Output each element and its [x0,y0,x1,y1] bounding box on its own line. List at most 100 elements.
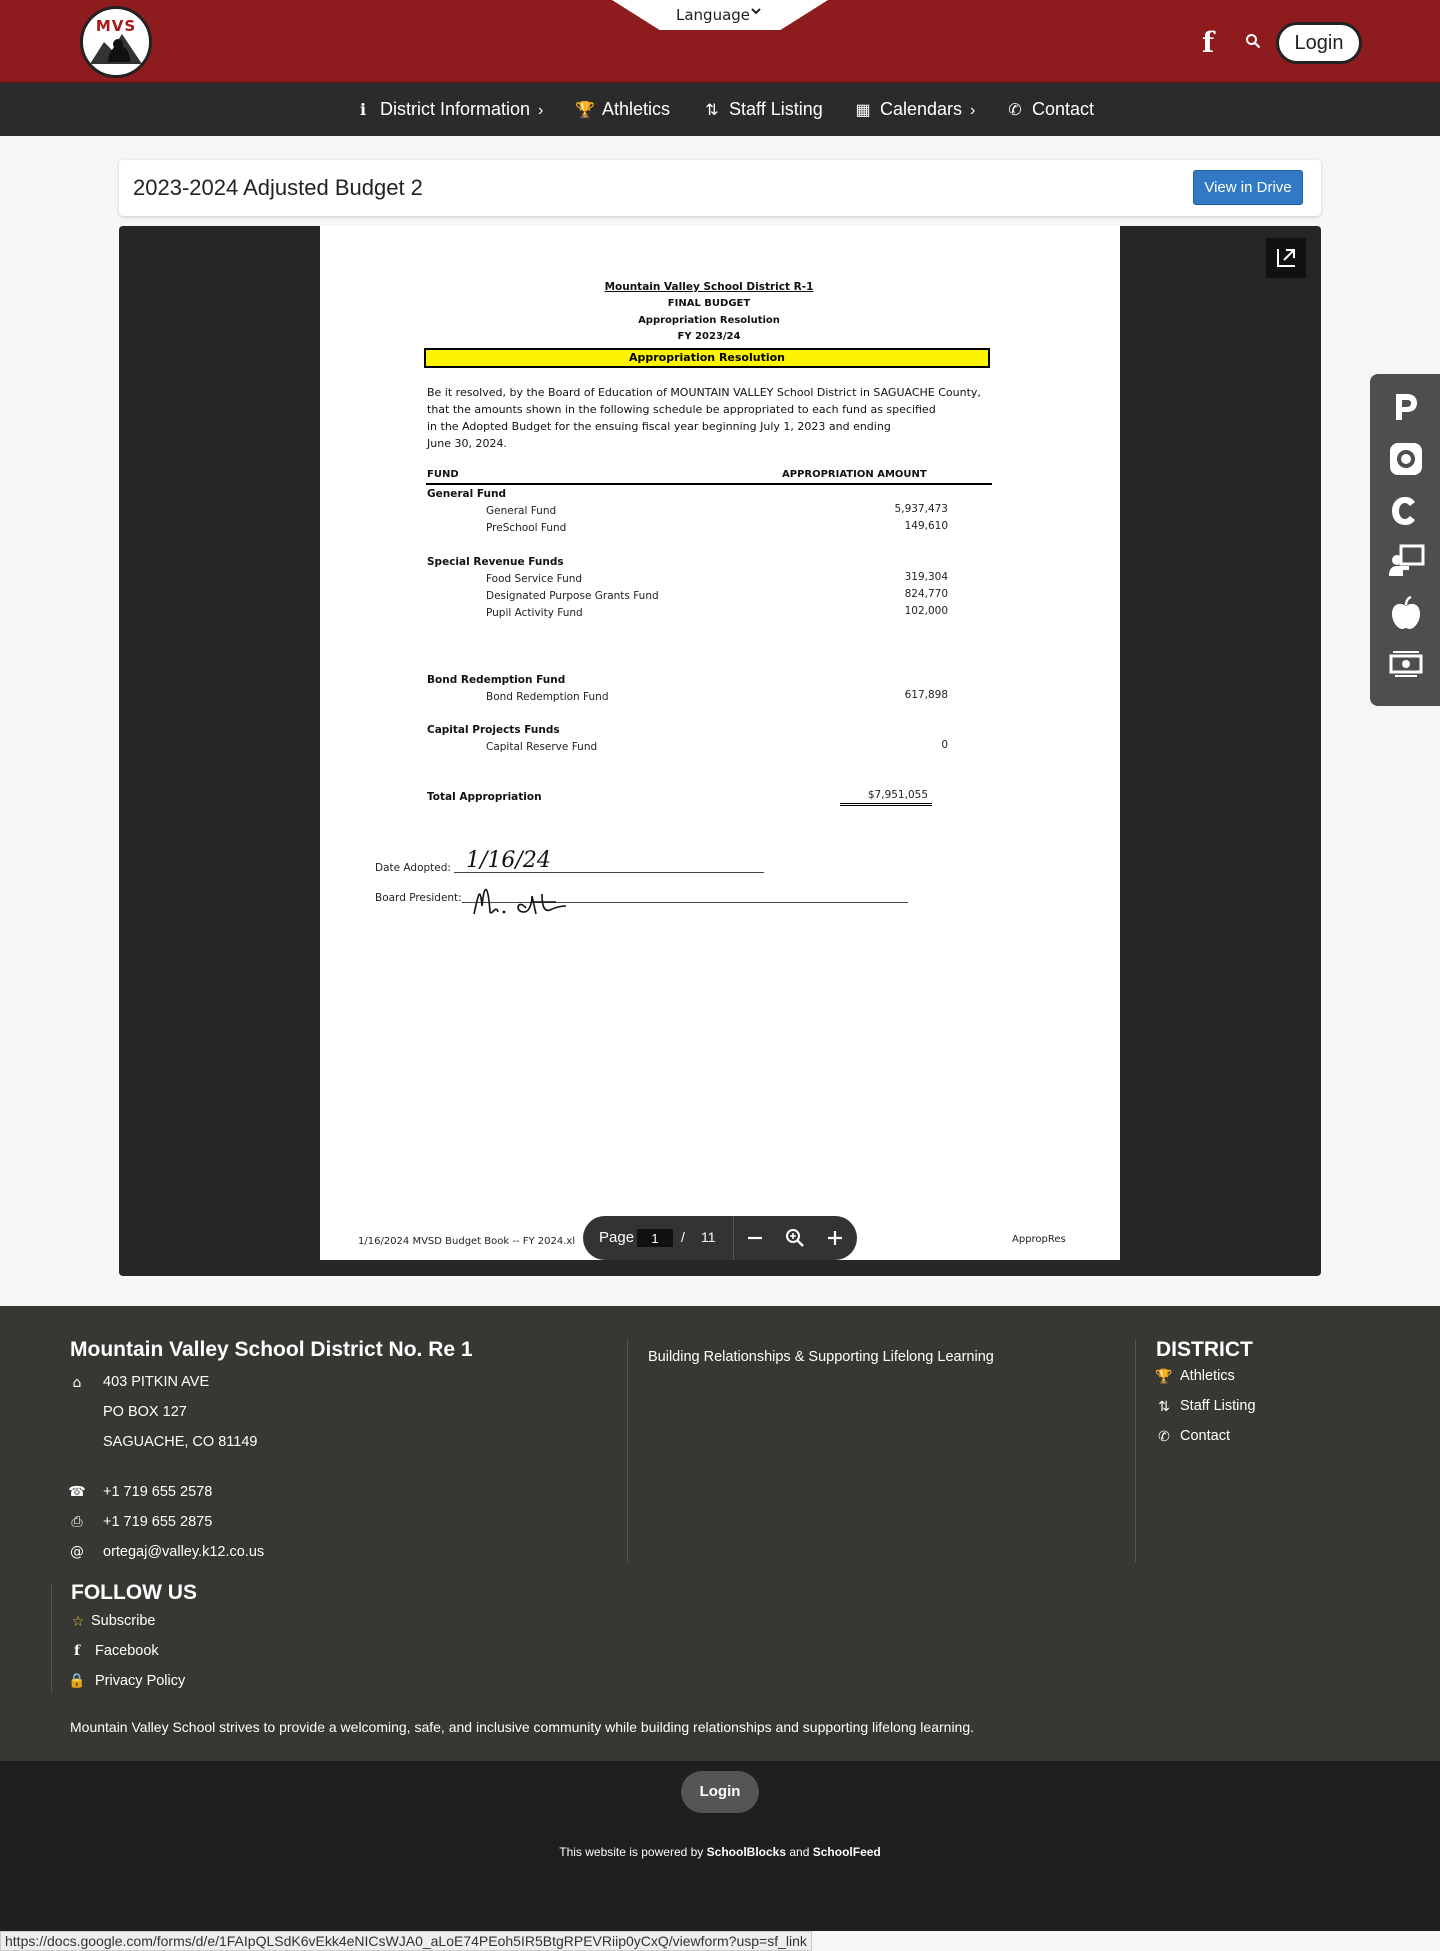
bear-mountain-icon [90,34,142,64]
phone-icon: ☎ [68,1484,86,1500]
teacher-icon[interactable] [1387,542,1425,580]
fund-amount: 5,937,473 [894,503,948,515]
address-line: PO BOX 127 [103,1404,187,1420]
doc-heading: Mountain Valley School District R-1 [604,281,814,293]
nav-item-district-information[interactable]: i District Information › [352,99,543,120]
chevron-right-icon: › [970,102,976,119]
doc-subheading: Appropriation Resolution [638,315,780,326]
footer-divider [627,1340,628,1562]
email-icon: @ [70,1544,84,1560]
nav-label: District Information [380,99,531,119]
address-line: SAGUACHE, CO 81149 [103,1434,258,1450]
subscribe-link[interactable]: Subscribe [91,1613,155,1629]
view-in-drive-button[interactable]: View in Drive [1193,170,1303,205]
c-logo-icon[interactable] [1387,492,1425,530]
facebook-icon: f [73,1643,81,1659]
info-icon: i [359,100,367,119]
zoom-out-icon[interactable] [743,1226,767,1250]
footer-district-name: Mountain Valley School District No. Re 1 [70,1338,473,1361]
fund-name: PreSchool Fund [486,522,567,534]
nav-label: Calendars [880,99,963,119]
sort-icon: ⇅ [1158,1399,1170,1415]
nav-label: Staff Listing [729,99,823,119]
nav-label: Athletics [602,99,671,119]
footer-login-button[interactable]: Login [681,1771,759,1813]
nav-item-athletics[interactable]: 🏆 Athletics [574,99,670,120]
footer-link-contact[interactable]: Contact [1180,1428,1230,1444]
search-icon[interactable] [1245,33,1261,49]
total-label: Total Appropriation [427,791,542,803]
fund-group: Bond Redemption Fund [427,674,566,686]
bottom-bar: Login This website is powered by SchoolB… [0,1761,1440,1931]
powered-prefix: This website is powered by [559,1845,704,1859]
privacy-policy-link[interactable]: Privacy Policy [95,1673,185,1689]
schoolfeed-link[interactable]: SchoolFeed [813,1845,881,1859]
page-label: Page [599,1229,635,1246]
facebook-link[interactable]: Facebook [95,1643,159,1659]
browser-status-url: https://docs.google.com/forms/d/e/1FAIpQ… [0,1931,812,1951]
main-nav: i District Information › 🏆 Athletics ⇅ Staff… [0,82,1440,136]
document-title-card: 2023-2024 Adjusted Budget 2 View in Driv… [119,160,1321,216]
schoolblocks-link[interactable]: SchoolBlocks [707,1845,786,1859]
phone-icon: ✆ [1158,1429,1170,1445]
doc-footer-left: 1/16/2024 MVSD Budget Book -- FY 2024.xl [358,1236,576,1247]
fax-number: +1 719 655 2875 [103,1514,213,1530]
pdf-viewer[interactable]: Mountain Valley School District R-1 FINA… [119,226,1321,1276]
fund-amount: 102,000 [904,605,948,617]
nav-item-staff-listing[interactable]: ⇅ Staff Listing [701,99,823,120]
phone-link[interactable]: +1 719 655 2578 [103,1484,212,1500]
doc-banner: Appropriation Resolution [424,348,990,368]
address-line: 403 PITKIN AVE [103,1374,210,1390]
zoom-in-icon[interactable] [823,1226,847,1250]
total-pages: 11 [701,1229,716,1245]
date-signed: 1/16/24 [466,848,551,873]
trophy-icon: 🏆 [1155,1369,1173,1385]
top-header: MVS Language f Login [0,0,1440,82]
email-link[interactable]: ortegaj@valley.k12.co.us [103,1544,264,1560]
trophy-icon: 🏆 [575,102,595,119]
page-number-input[interactable] [637,1229,673,1247]
fund-name: General Fund [486,505,557,517]
fund-name: Food Service Fund [486,573,583,585]
date-adopted-label: Date Adopted: [375,862,451,874]
doc-paragraph: Be it resolved, by the Board of Educatio… [427,384,987,452]
open-external-icon[interactable] [1266,238,1306,278]
powerschool-icon[interactable] [1387,388,1425,426]
fund-amount: 149,610 [904,520,948,532]
fund-amount: 0 [941,739,948,751]
site-footer: Mountain Valley School District No. Re 1… [0,1306,1440,1761]
nav-item-calendars[interactable]: ▦ Calendars › [852,99,975,120]
board-president-label: Board President: [375,892,462,904]
fund-group: General Fund [427,488,506,500]
star-icon: ☆ [71,1614,85,1630]
fund-group: Capital Projects Funds [427,724,560,736]
language-selector[interactable]: Language [612,0,828,30]
doc-subheading: FINAL BUDGET [667,298,751,309]
total-underline [840,803,932,804]
doc-rule [426,483,992,485]
chevron-down-icon [751,8,761,15]
zoom-fit-icon[interactable] [783,1226,807,1250]
doc-para-line: June 30, 2024. [427,437,507,450]
money-icon[interactable] [1387,644,1425,682]
fund-name: Bond Redemption Fund [486,691,609,703]
footer-link-athletics[interactable]: Athletics [1180,1368,1235,1384]
fund-name: Capital Reserve Fund [486,741,598,753]
fund-name: Pupil Activity Fund [486,607,583,619]
follow-heading: FOLLOW US [71,1581,197,1604]
divider [733,1216,734,1260]
district-logo[interactable]: MVS [80,6,152,78]
nav-item-contact[interactable]: ✆ Contact [1004,99,1094,120]
fund-amount: 824,770 [904,588,948,600]
signature-image [473,888,567,915]
login-button[interactable]: Login [1276,22,1362,64]
facebook-icon[interactable]: f [1202,26,1214,59]
lifebuoy-icon[interactable] [1387,440,1425,478]
footer-link-staff-listing[interactable]: Staff Listing [1180,1398,1256,1414]
fund-amount: 319,304 [904,571,948,583]
district-heading: DISTRICT [1156,1338,1253,1361]
doc-footer-right: AppropRes [1012,1234,1066,1245]
page-title: 2023-2024 Adjusted Budget 2 [133,175,423,200]
fund-amount: 617,898 [904,689,948,701]
apple-icon[interactable] [1387,594,1425,632]
